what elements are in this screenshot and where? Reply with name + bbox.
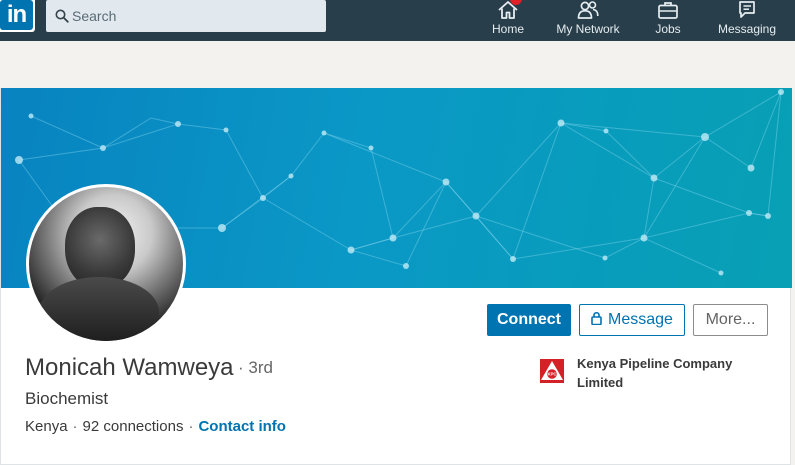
search-input[interactable] [72,5,312,27]
nav-item-messaging[interactable]: Messaging [712,0,782,41]
profile-meta-line: Kenya · 92 connections · Contact info [25,418,286,435]
message-button[interactable]: Message [579,304,685,336]
nav-label-my-network: My Network [556,22,620,36]
connection-degree: · 3rd [238,358,273,377]
linkedin-logo-mark: in [0,0,33,30]
company-logo-icon[interactable]: KPC [540,359,564,383]
nav-item-my-network[interactable]: My Network [552,0,624,41]
search-box[interactable] [46,0,326,32]
company-logo-text: KPC [548,372,557,377]
nav-item-jobs[interactable]: Jobs [646,0,690,41]
profile-location: Kenya [25,418,68,435]
sub-nav-strip [0,41,795,88]
profile-photo[interactable] [29,187,183,341]
network-icon [577,1,599,19]
lock-icon [591,312,602,326]
search-icon [55,9,69,23]
nav-label-jobs: Jobs [655,22,681,36]
message-button-label: Message [608,311,673,328]
briefcase-icon [658,2,678,19]
separator-dot: · [188,418,194,435]
connect-button[interactable]: Connect [487,304,571,336]
nav-item-home[interactable]: Home [486,0,530,41]
nav-label-home: Home [491,22,524,36]
nav-label-messaging: Messaging [717,22,777,36]
top-nav-bar: in Home My Network Jobs [0,0,795,41]
messaging-icon [739,1,755,18]
separator-dot: · [72,418,78,435]
linkedin-logo[interactable]: in [0,0,35,32]
profile-card: Connect Message More... Monicah Wamweya … [0,88,792,465]
connections-count[interactable]: 92 connections [83,418,184,435]
profile-name: Monicah Wamweya [25,354,234,381]
more-button[interactable]: More... [693,304,768,336]
current-company-name[interactable]: Kenya Pipeline Company Limited [577,354,757,392]
profile-headline: Biochemist [25,389,109,408]
profile-photo-body [39,277,159,341]
contact-info-link[interactable]: Contact info [198,418,286,435]
